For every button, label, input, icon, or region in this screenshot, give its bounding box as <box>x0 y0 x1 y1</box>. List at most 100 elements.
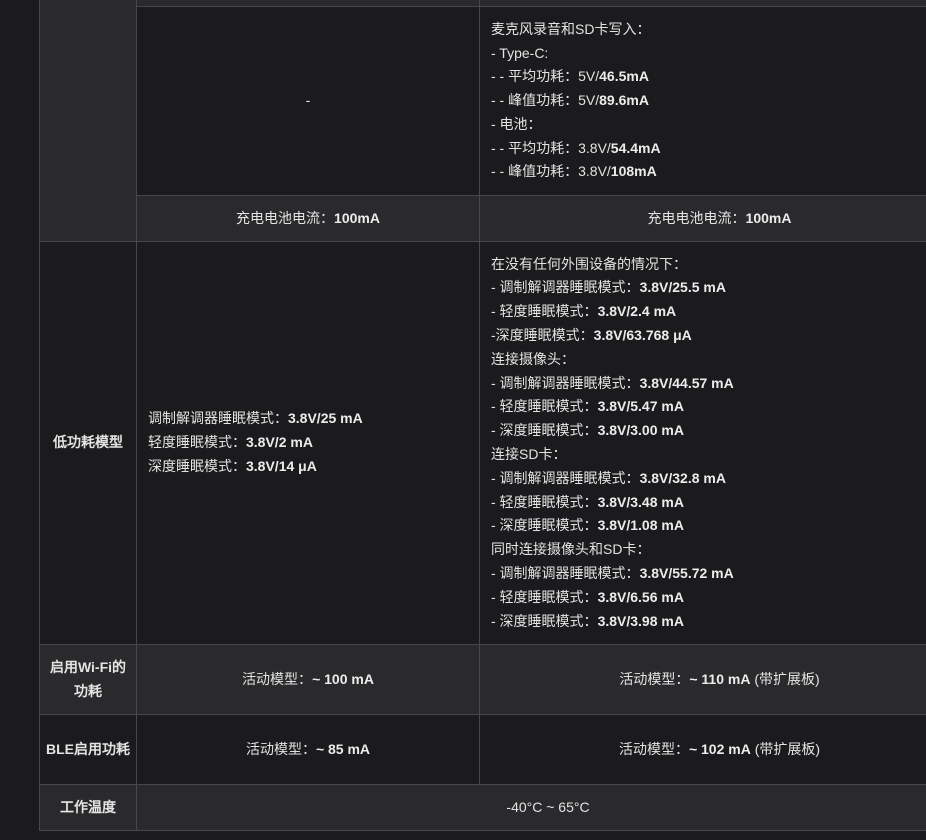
line-list: 在没有任何外围设备的情况下： - 调制解调器睡眠模式：3.8V/25.5 mA - … <box>491 253 926 634</box>
row-header-wifi: 启用Wi-Fi的功耗 <box>39 644 137 715</box>
cell-value: ~ 85 mA <box>315 740 371 757</box>
line-list: 麦克风录音和SD卡写入： - Type-C: - - 平均功耗：5V/46.5mA -… <box>491 18 926 185</box>
spec-line: 在没有任何外围设备的情况下： <box>491 253 926 277</box>
row-header-temp: 工作温度 <box>39 784 137 831</box>
cell-label: 活动模型： <box>619 670 690 687</box>
spec-line-value: 3.8V/2 mA <box>246 434 313 451</box>
spec-line: 同时连接摄像头和SD卡： <box>491 538 926 562</box>
spec-line-label: 在没有任何外围设备的情况下： <box>491 255 687 272</box>
spec-table: - 麦克风录音和SD卡写入： - Type-C: - - 平均功耗：5V/46.5m… <box>39 0 926 831</box>
spec-line-value: 46.5mA <box>599 68 649 85</box>
spec-line-value: 89.6mA <box>599 92 649 109</box>
table-row-mic-sd: - 麦克风录音和SD卡写入： - Type-C: - - 平均功耗：5V/46.5m… <box>40 6 926 196</box>
spec-line: - - 平均功耗：3.8V/54.4mA <box>491 137 926 161</box>
table-cell: 调制解调器睡眠模式：3.8V/25 mA 轻度睡眠模式：3.8V/2 mA 深度睡眠… <box>136 241 480 645</box>
cell-label: 活动模型： <box>242 670 313 687</box>
spec-line-label: 深度睡眠模式： <box>148 457 246 474</box>
table-cell: 充电电池电流：100mA <box>136 195 480 242</box>
cell-value: ~ 102 mA <box>688 740 751 757</box>
spec-line-label: - 深度睡眠模式： <box>491 422 598 439</box>
spec-line-label: - - 峰值功耗：3.8V/ <box>491 163 611 180</box>
table-row-wifi: 启用Wi-Fi的功耗 活动模型：~ 100 mA 活动模型：~ 110 mA (… <box>39 644 926 715</box>
spec-line-value: 3.8V/5.47 mA <box>597 398 684 415</box>
spec-line-value: 3.8V/3.98 mA <box>597 612 684 629</box>
spec-line-label: - 轻度睡眠模式： <box>491 588 598 605</box>
table-cell: 在没有任何外围设备的情况下： - 调制解调器睡眠模式：3.8V/25.5 mA - … <box>479 241 926 645</box>
spec-line: - - 峰值功耗：5V/89.6mA <box>491 89 926 113</box>
spec-line: - 深度睡眠模式：3.8V/3.00 mA <box>491 419 926 443</box>
spec-line-label: 轻度睡眠模式： <box>148 434 246 451</box>
spec-line: -深度睡眠模式：3.8V/63.768 μA <box>491 324 926 348</box>
table-cell: 活动模型：~ 102 mA (带扩展板) <box>479 714 926 785</box>
spec-line-value: 3.8V/3.00 mA <box>597 422 684 439</box>
spec-line: - 电池： <box>491 113 926 137</box>
spec-line-label: - 深度睡眠模式： <box>491 517 598 534</box>
spec-line-label: - 深度睡眠模式： <box>491 612 598 629</box>
spec-line: - 调制解调器睡眠模式：3.8V/25.5 mA <box>491 276 926 300</box>
cell-label: 充电电池电流： <box>236 209 335 226</box>
spec-line: 调制解调器睡眠模式：3.8V/25 mA <box>148 407 468 431</box>
spec-line-value: 3.8V/14 μA <box>246 457 317 474</box>
spec-line-value: 3.8V/55.72 mA <box>639 564 734 581</box>
mic-sd-cell: 麦克风录音和SD卡写入： - Type-C: - - 平均功耗：5V/46.5mA -… <box>479 6 926 196</box>
cell-value: ~ 110 mA <box>689 670 751 687</box>
spec-line-label: 连接SD卡： <box>491 446 567 462</box>
spec-line-value: 3.8V/63.768 μA <box>593 327 692 344</box>
row-header-cell <box>39 0 137 242</box>
table-cell: 活动模型：~ 85 mA <box>136 714 480 785</box>
table-row-temp: 工作温度 -40°C ~ 65°C <box>39 784 926 831</box>
spec-line: - Type-C: <box>491 42 926 66</box>
spec-line-label: -深度睡眠模式： <box>491 327 594 344</box>
table-row-low-power: 低功耗模型 调制解调器睡眠模式：3.8V/25 mA 轻度睡眠模式：3.8V/2 … <box>39 241 926 645</box>
spec-line-value: 3.8V/44.57 mA <box>639 374 734 391</box>
spec-line: - 调制解调器睡眠模式：3.8V/44.57 mA <box>491 372 926 396</box>
cell-label: 充电电池电流： <box>647 209 746 226</box>
spec-line: 深度睡眠模式：3.8V/14 μA <box>148 455 468 479</box>
spec-line: - 轻度睡眠模式：3.8V/3.48 mA <box>491 491 926 515</box>
spec-line: - - 平均功耗：5V/46.5mA <box>491 65 926 89</box>
line-list: 调制解调器睡眠模式：3.8V/25 mA 轻度睡眠模式：3.8V/2 mA 深度睡眠… <box>148 407 468 478</box>
spec-line-label: - 电池： <box>491 115 542 132</box>
table-cell: 充电电池电流：100mA <box>479 195 926 242</box>
spec-line-label: 麦克风录音和SD卡写入： <box>491 20 651 37</box>
spec-line: - 深度睡眠模式：3.8V/1.08 mA <box>491 514 926 538</box>
spec-line-value: 54.4mA <box>610 139 661 156</box>
spec-line-value: 3.8V/2.4 mA <box>597 303 677 320</box>
table-cell: - <box>136 6 480 196</box>
spec-line: - 轻度睡眠模式：3.8V/6.56 mA <box>491 586 926 610</box>
spec-line-value: 3.8V/25 mA <box>288 410 363 427</box>
spec-line-label: - 轻度睡眠模式： <box>491 398 598 415</box>
table-row-charge: 充电电池电流：100mA 充电电池电流：100mA <box>40 195 926 242</box>
spec-line: 轻度睡眠模式：3.8V/2 mA <box>148 431 468 455</box>
spec-line: - - 峰值功耗：3.8V/108mA <box>491 160 926 184</box>
table-row-ble: BLE启用功耗 活动模型：~ 85 mA 活动模型：~ 102 mA (带扩展板… <box>39 714 926 785</box>
spec-line: - 轻度睡眠模式：3.8V/2.4 mA <box>491 300 926 324</box>
cell-value: ~ 100 mA <box>312 670 374 687</box>
spec-line: 连接SD卡： <box>491 443 926 467</box>
spec-line-label: - - 平均功耗：5V/ <box>491 68 600 85</box>
spec-line: - 调制解调器睡眠模式：3.8V/55.72 mA <box>491 562 926 586</box>
cell-suffix: (带扩展板) <box>750 740 821 757</box>
spec-line: - 轻度睡眠模式：3.8V/5.47 mA <box>491 395 926 419</box>
spec-line-label: - - 峰值功耗：5V/ <box>491 92 600 109</box>
spec-line-label: - 轻度睡眠模式： <box>491 493 598 510</box>
spec-line-label: - 调制解调器睡眠模式： <box>491 374 640 391</box>
spec-line: 连接摄像头： <box>491 348 926 372</box>
spec-line-label: 调制解调器睡眠模式： <box>148 410 288 427</box>
spec-line-value: 3.8V/25.5 mA <box>639 279 726 296</box>
spec-line-value: 3.8V/6.56 mA <box>597 588 684 605</box>
spec-line-value: 3.8V/32.8 mA <box>639 469 726 486</box>
spec-line-label: 连接摄像头： <box>491 350 575 367</box>
table-cell: 活动模型：~ 100 mA <box>136 644 480 715</box>
spec-line-value: 108mA <box>610 163 657 180</box>
cell-value: 100mA <box>334 209 380 226</box>
spec-line-label: - 轻度睡眠模式： <box>491 303 598 320</box>
spec-line-value: 3.8V/1.08 mA <box>597 517 684 534</box>
row-header-low-power: 低功耗模型 <box>39 241 137 645</box>
cell-value: 100mA <box>745 209 792 226</box>
table-cell: -40°C ~ 65°C <box>136 784 926 831</box>
table-cell: 活动模型：~ 110 mA (带扩展板) <box>479 644 926 715</box>
spec-line-label: - Type-C: <box>491 44 549 61</box>
cell-suffix: (带扩展板) <box>750 670 820 687</box>
spec-line: - 深度睡眠模式：3.8V/3.98 mA <box>491 610 926 634</box>
